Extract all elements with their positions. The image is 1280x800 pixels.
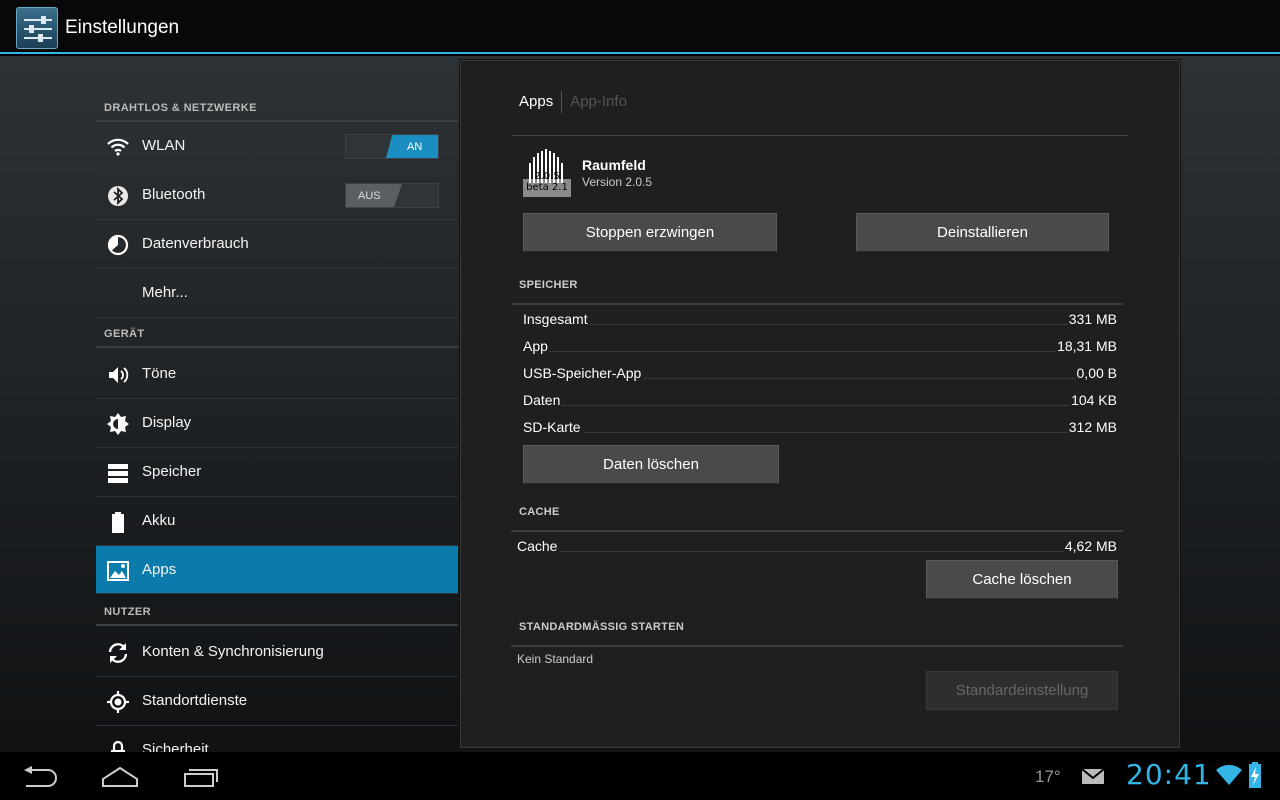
app-title: Einstellungen bbox=[65, 17, 180, 38]
storage-icon bbox=[106, 461, 130, 485]
bluetooth-toggle[interactable]: AUS bbox=[345, 183, 439, 208]
sidebar-item-label: Konten & Synchronisierung bbox=[142, 643, 324, 660]
back-icon[interactable] bbox=[22, 766, 58, 793]
battery-charging-icon bbox=[1248, 762, 1262, 793]
sidebar-item-label: Bluetooth bbox=[142, 186, 206, 203]
sidebar-item-storage[interactable]: Speicher bbox=[96, 448, 458, 497]
home-icon[interactable] bbox=[102, 766, 138, 793]
temperature-indicator[interactable]: 17° bbox=[1035, 767, 1061, 787]
recent-apps-icon[interactable] bbox=[183, 766, 219, 793]
stat-label: USB-Speicher-App bbox=[523, 365, 644, 381]
cache-row: Cache 4,62 MB bbox=[517, 538, 1117, 558]
apps-icon bbox=[106, 559, 130, 583]
wlan-toggle[interactable]: AN bbox=[345, 134, 439, 159]
sidebar-item-label: Datenverbrauch bbox=[142, 235, 249, 252]
sidebar-item-label: Töne bbox=[142, 365, 177, 382]
clear-cache-button[interactable]: Cache löschen bbox=[926, 560, 1118, 599]
battery-icon bbox=[106, 510, 130, 534]
sync-icon bbox=[106, 641, 130, 665]
stat-value: 4,62 MB bbox=[1062, 538, 1117, 554]
sidebar-item-label: Akku bbox=[142, 512, 176, 529]
sidebar-item-label: Apps bbox=[142, 561, 177, 578]
sidebar-item-label: Speicher bbox=[142, 463, 202, 480]
breadcrumb-app-info: App-Info bbox=[570, 92, 627, 110]
divider bbox=[511, 135, 1129, 136]
icon-version-label: 2.0.5 bbox=[534, 171, 559, 182]
sidebar-item-accounts-sync[interactable]: Konten & Synchronisierung bbox=[96, 628, 458, 677]
raumfeld-app-icon: 2.0.5 beta 2.1 bbox=[523, 149, 571, 197]
dotted-leader bbox=[523, 405, 1117, 406]
clear-data-button[interactable]: Daten löschen bbox=[523, 445, 779, 484]
sidebar-item-apps[interactable]: Apps bbox=[96, 546, 458, 594]
icon-beta-label: beta 2.1 bbox=[526, 182, 568, 193]
stat-value: 312 MB bbox=[1066, 419, 1117, 435]
sidebar-item-wlan[interactable]: WLAN AN bbox=[96, 122, 458, 171]
section-header-wireless: DRAHTLOS & NETZWERKE bbox=[96, 86, 458, 122]
section-header-user: NUTZER bbox=[96, 590, 458, 626]
cache-header: CACHE bbox=[511, 506, 1123, 532]
breadcrumb: Apps App-Info bbox=[519, 91, 627, 113]
wifi-status-icon bbox=[1216, 764, 1242, 791]
location-icon bbox=[106, 690, 130, 714]
sidebar-item-label: Standortdienste bbox=[142, 692, 248, 709]
clear-defaults-button: Standardeinstellung bbox=[926, 671, 1118, 710]
sidebar-item-bluetooth[interactable]: Bluetooth AUS bbox=[96, 171, 458, 220]
dotted-leader bbox=[523, 324, 1117, 325]
uninstall-button[interactable]: Deinstallieren bbox=[856, 213, 1109, 252]
app-info-panel: Apps App-Info 2.0.5 beta 2.1 Raumfeld Ve… bbox=[460, 60, 1180, 748]
toggle-label: AUS bbox=[358, 190, 381, 202]
stat-value: 104 KB bbox=[1069, 392, 1117, 408]
brightness-icon bbox=[106, 412, 130, 436]
stat-value: 331 MB bbox=[1066, 311, 1117, 327]
no-default-text: Kein Standard bbox=[517, 652, 594, 666]
wifi-icon bbox=[106, 135, 130, 159]
sidebar-item-battery[interactable]: Akku bbox=[96, 497, 458, 546]
breadcrumb-separator bbox=[561, 91, 563, 113]
action-bar: Einstellungen bbox=[0, 0, 1280, 54]
sidebar-item-sounds[interactable]: Töne bbox=[96, 350, 458, 399]
storage-row-app: App 18,31 MB bbox=[523, 338, 1117, 358]
sidebar-item-security[interactable]: Sicherheit bbox=[96, 726, 458, 752]
dotted-leader bbox=[523, 432, 1117, 433]
storage-row-total: Insgesamt 331 MB bbox=[523, 311, 1117, 331]
dotted-leader bbox=[517, 551, 1117, 552]
stat-label: Daten bbox=[523, 392, 563, 408]
lock-icon bbox=[106, 739, 130, 752]
storage-row-sd-card: SD-Karte 312 MB bbox=[523, 419, 1117, 439]
breadcrumb-apps[interactable]: Apps bbox=[519, 93, 553, 110]
settings-list[interactable]: DRAHTLOS & NETZWERKE WLAN AN Bluetooth A… bbox=[96, 56, 458, 752]
stat-value: 18,31 MB bbox=[1055, 338, 1117, 354]
speaker-icon bbox=[106, 363, 130, 387]
sidebar-item-label: Sicherheit bbox=[142, 741, 209, 752]
storage-row-data: Daten 104 KB bbox=[523, 392, 1117, 412]
data-usage-icon bbox=[106, 233, 130, 257]
sidebar-item-data-usage[interactable]: Datenverbrauch bbox=[96, 220, 458, 269]
force-stop-button[interactable]: Stoppen erzwingen bbox=[523, 213, 777, 252]
sidebar-item-label: WLAN bbox=[142, 137, 186, 154]
stat-label: Insgesamt bbox=[523, 311, 590, 327]
app-version: Version 2.0.5 bbox=[582, 175, 653, 189]
bluetooth-icon bbox=[106, 184, 130, 208]
app-name: Raumfeld bbox=[582, 157, 646, 173]
sidebar-item-location[interactable]: Standortdienste bbox=[96, 677, 458, 726]
stat-label: SD-Karte bbox=[523, 419, 583, 435]
settings-sliders-icon[interactable] bbox=[16, 7, 58, 49]
system-bar: 17° 20:41 bbox=[0, 752, 1280, 800]
sidebar-item-more[interactable]: Mehr... bbox=[96, 269, 458, 318]
mail-icon[interactable] bbox=[1081, 768, 1105, 789]
stat-label: App bbox=[523, 338, 550, 354]
launch-default-header: STANDARDMÄSSIG STARTEN bbox=[511, 621, 1123, 647]
toggle-label: AN bbox=[407, 141, 423, 153]
stat-value: 0,00 B bbox=[1074, 365, 1117, 381]
content-area: DRAHTLOS & NETZWERKE WLAN AN Bluetooth A… bbox=[0, 56, 1280, 752]
dotted-leader bbox=[523, 351, 1117, 352]
storage-header: SPEICHER bbox=[511, 279, 1123, 305]
section-header-device: GERÄT bbox=[96, 312, 458, 348]
stat-label: Cache bbox=[517, 538, 560, 554]
sidebar-item-display[interactable]: Display bbox=[96, 399, 458, 448]
clock[interactable]: 20:41 bbox=[1126, 758, 1212, 791]
storage-row-usb: USB-Speicher-App 0,00 B bbox=[523, 365, 1117, 385]
sidebar-item-label: Mehr... bbox=[142, 284, 188, 301]
sidebar-item-label: Display bbox=[142, 414, 192, 431]
